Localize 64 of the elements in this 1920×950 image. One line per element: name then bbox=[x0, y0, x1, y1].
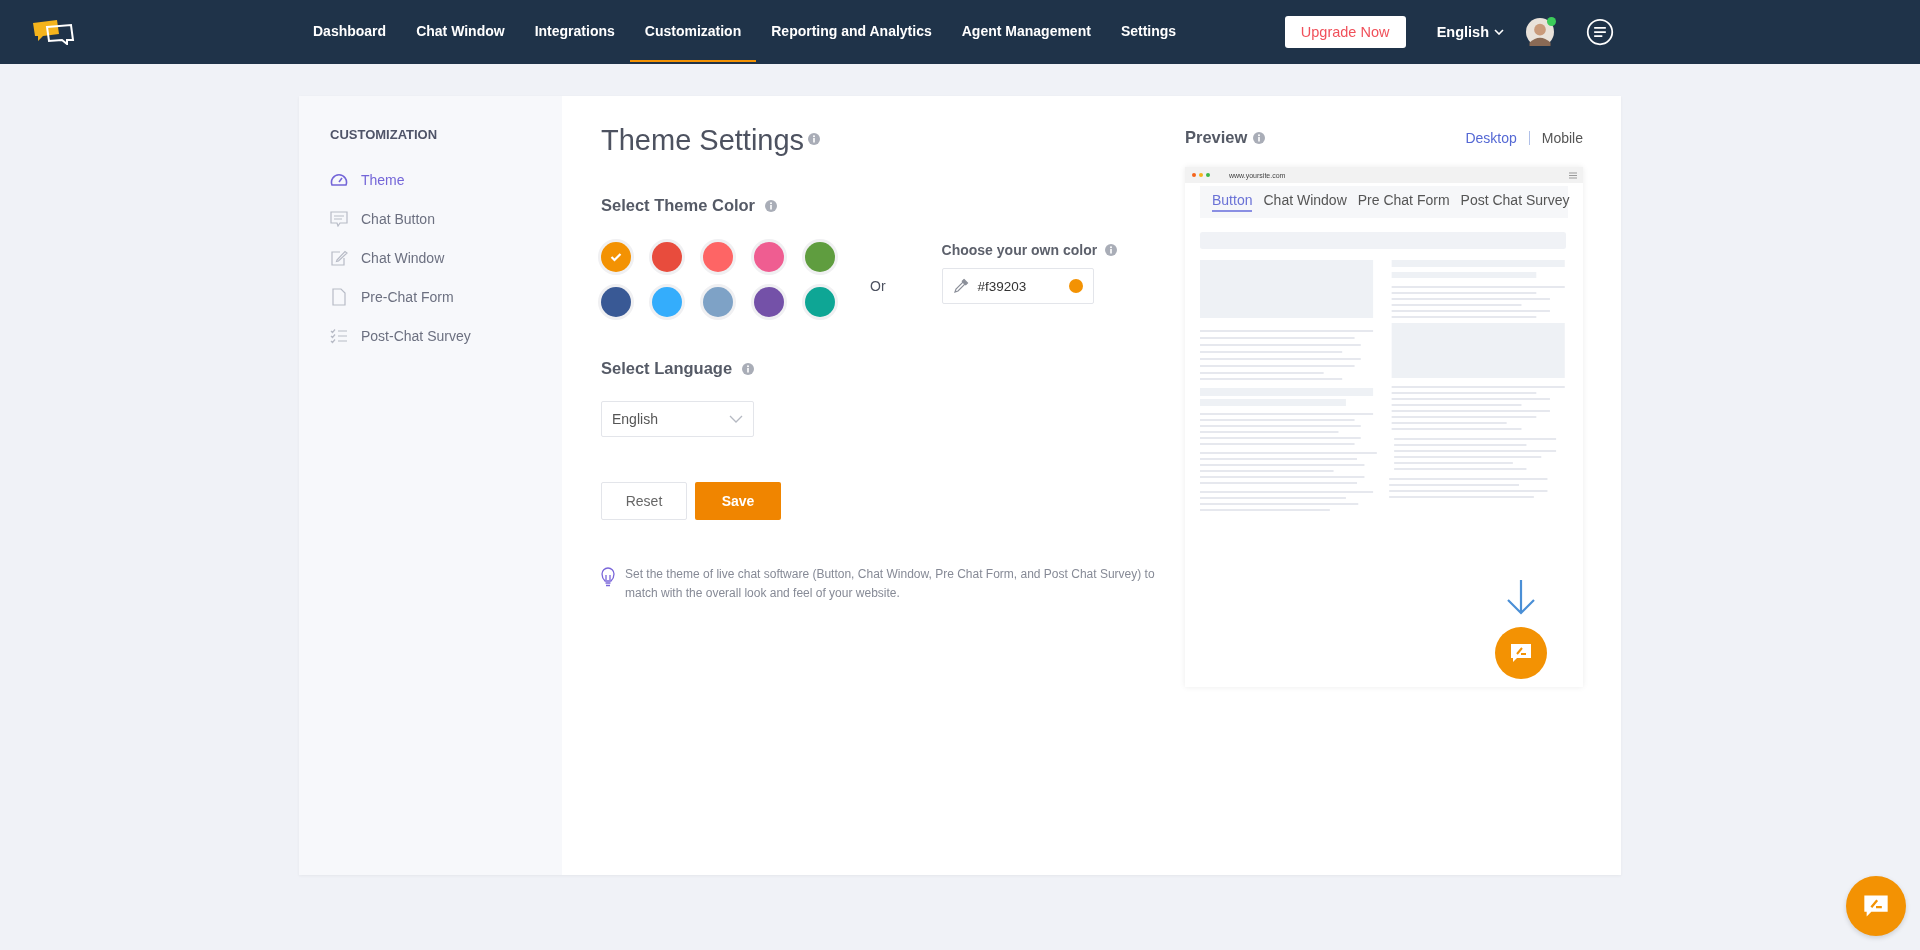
chat-button[interactable] bbox=[1846, 876, 1906, 936]
color-swatch[interactable] bbox=[703, 242, 733, 272]
color-swatch[interactable] bbox=[805, 242, 835, 272]
lightbulb-icon bbox=[601, 567, 615, 587]
down-arrow bbox=[1505, 579, 1537, 615]
view-toggle[interactable]: Desktop bbox=[1465, 129, 1517, 146]
section-label: Select Theme Color bbox=[601, 196, 756, 215]
sidebar-item[interactable]: Chat Window bbox=[330, 238, 562, 277]
chevron-down-icon bbox=[729, 415, 743, 423]
message-icon bbox=[330, 210, 348, 227]
page-title: Theme Settings bbox=[601, 124, 805, 157]
chevron-down-icon bbox=[1494, 29, 1504, 35]
chat-bubbles-logo[interactable] bbox=[31, 19, 75, 45]
nav-link[interactable]: Settings bbox=[1105, 0, 1192, 64]
nav-link[interactable]: Chat Window bbox=[401, 0, 520, 64]
language-menu[interactable]: English bbox=[1436, 24, 1504, 40]
info-icon[interactable] bbox=[742, 362, 755, 375]
preview-tab[interactable]: Chat Window bbox=[1263, 192, 1347, 212]
nav-link[interactable]: Reporting and Analytics bbox=[756, 0, 947, 64]
chat-icon bbox=[1862, 893, 1890, 919]
custom-color-label: Choose your own color bbox=[941, 242, 1098, 258]
language-select[interactable]: English bbox=[601, 401, 754, 437]
color-swatch[interactable] bbox=[652, 242, 682, 272]
sidebar-heading: CUSTOMIZATION bbox=[330, 127, 439, 142]
color-swatch[interactable] bbox=[601, 287, 631, 317]
nav-link[interactable]: Customization bbox=[629, 0, 757, 64]
sidebar-item[interactable]: Theme bbox=[330, 160, 562, 199]
avatar[interactable] bbox=[1526, 18, 1554, 46]
nav-link[interactable]: Dashboard bbox=[298, 0, 402, 64]
document-icon bbox=[330, 287, 348, 306]
view-toggle[interactable]: Mobile bbox=[1541, 129, 1583, 146]
tip-text: Set the theme of live chat software (Button, Chat Window, Pre Chat Form, and Post Chat Survey) to match with the overall look and feel of your website. bbox=[625, 566, 1156, 602]
edit-icon bbox=[330, 249, 348, 266]
window-dots-icon bbox=[1191, 172, 1211, 178]
info-icon[interactable] bbox=[1105, 244, 1118, 256]
color-swatch[interactable] bbox=[652, 287, 682, 317]
sidebar-item[interactable]: Pre-Chat Form bbox=[330, 277, 562, 316]
reset-button[interactable]: Reset bbox=[601, 482, 687, 520]
nav-link[interactable]: Integrations bbox=[519, 0, 630, 64]
color-swatch[interactable] bbox=[754, 242, 784, 272]
preview-tab[interactable]: Button bbox=[1212, 192, 1253, 212]
preview-tab[interactable]: Post Chat Survey bbox=[1460, 192, 1570, 212]
checklist-icon bbox=[330, 327, 348, 344]
info-icon[interactable] bbox=[1253, 131, 1266, 144]
color-input-field[interactable]: #f39203 bbox=[941, 268, 1094, 304]
gauge-icon bbox=[330, 171, 348, 188]
section-label: Select Language bbox=[601, 359, 733, 378]
upgrade-button[interactable]: Upgrade Now bbox=[1284, 16, 1406, 48]
preview-title: Preview bbox=[1185, 128, 1248, 147]
eyedropper-icon bbox=[952, 278, 969, 294]
menu-icon[interactable] bbox=[1586, 18, 1614, 46]
color-swatch[interactable] bbox=[703, 287, 733, 317]
sidebar-item[interactable]: Chat Button bbox=[330, 199, 562, 238]
nav-link[interactable]: Agent Management bbox=[946, 0, 1106, 64]
menu-icon bbox=[1569, 171, 1577, 179]
color-swatch[interactable] bbox=[805, 287, 835, 317]
color-swatch[interactable] bbox=[601, 242, 631, 272]
or-label: Or bbox=[870, 278, 886, 294]
color-swatch[interactable] bbox=[754, 287, 784, 317]
preview-tab[interactable]: Pre Chat Form bbox=[1357, 192, 1450, 212]
info-icon[interactable] bbox=[808, 133, 821, 145]
sidebar-item[interactable]: Post-Chat Survey bbox=[330, 316, 562, 355]
chat-icon bbox=[1509, 642, 1533, 664]
info-icon[interactable] bbox=[765, 199, 778, 212]
